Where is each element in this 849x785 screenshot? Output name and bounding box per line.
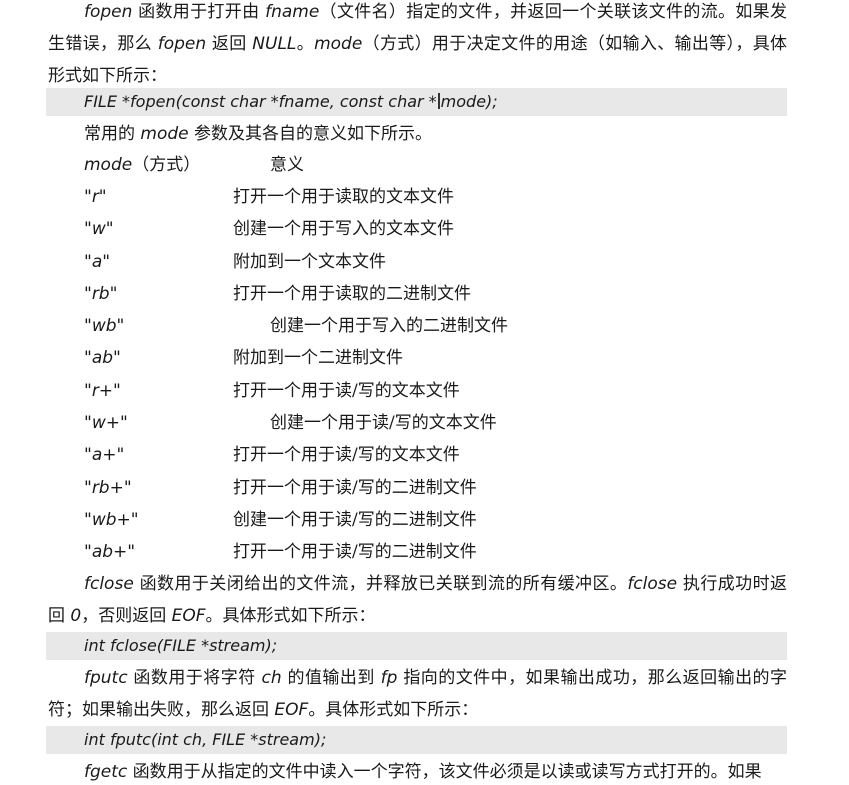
fputc-prototype: int fputc(int ch, FILE *stream); <box>46 726 787 754</box>
fclose-description: fclose 函数用于关闭给出的文件流，并释放已关联到流的所有缓冲区。fclos… <box>48 574 788 626</box>
document-page: fopen 函数用于打开由 fname（文件名）指定的文件，并返回一个关联该文件… <box>0 0 849 785</box>
fp-term: fp <box>380 668 398 688</box>
fclose-prototype: int fclose(FILE *stream); <box>46 632 787 660</box>
mode-code: "wb" <box>84 316 125 336</box>
mode-code: "rb" <box>84 284 118 304</box>
eof-term: EOF <box>274 700 309 720</box>
mode-meaning: 打开一个用于读/写的二进制文件 <box>233 478 477 498</box>
mode-meaning: 创建一个用于写入的文本文件 <box>233 219 454 239</box>
fgetc-term: fgetc <box>84 762 128 782</box>
mode-code: "wb+" <box>84 510 139 530</box>
mode-meaning: 创建一个用于读/写的二进制文件 <box>233 510 477 530</box>
meaning-header-label: 意义 <box>270 155 304 175</box>
mode-meaning: 打开一个用于读取的文本文件 <box>233 187 454 207</box>
mode-meaning: 打开一个用于读/写的文本文件 <box>233 381 460 401</box>
mode-code: "w+" <box>84 413 128 433</box>
mode-code: "ab" <box>84 348 121 368</box>
mode-meaning: 附加到一个二进制文件 <box>233 348 403 368</box>
fopen-term: fopen <box>84 2 133 22</box>
mode-meaning: 打开一个用于读取的二进制文件 <box>233 284 471 304</box>
mode-code: "a" <box>84 252 111 272</box>
mode-code: "r" <box>84 187 107 207</box>
null-term: NULL <box>252 34 297 54</box>
fputc-description: fputc 函数用于将字符 ch 的值输出到 fp 指向的文件中，如果输出成功，… <box>48 668 787 720</box>
fgetc-description: fgetc 函数用于从指定的文件中读入一个字符，该文件必须是以读或读写方式打开的… <box>84 762 762 782</box>
mode-code: "a+" <box>84 445 125 465</box>
mode-meaning: 创建一个用于写入的二进制文件 <box>270 316 508 336</box>
text-cursor <box>437 93 440 109</box>
mode-meaning: 打开一个用于读/写的二进制文件 <box>233 542 477 562</box>
fname-term: fname <box>265 2 320 22</box>
mode-meaning: 打开一个用于读/写的文本文件 <box>233 445 460 465</box>
mode-code: "w" <box>84 219 114 239</box>
mode-term: mode <box>314 34 363 54</box>
mode-code: "ab+" <box>84 542 136 562</box>
mode-code: "rb+" <box>84 478 132 498</box>
mode-term: mode <box>140 124 189 144</box>
fclose-term: fclose <box>627 574 678 594</box>
fopen-term: fopen <box>157 34 207 54</box>
eof-term: EOF <box>171 606 206 626</box>
fopen-prototype: FILE *fopen(const char *fname, const cha… <box>46 88 787 116</box>
ch-term: ch <box>261 668 282 688</box>
mode-meaning: 创建一个用于读/写的文本文件 <box>270 413 497 433</box>
mode-meaning: 附加到一个文本文件 <box>233 252 386 272</box>
fclose-term: fclose <box>84 574 134 594</box>
fputc-term: fputc <box>84 668 128 688</box>
mode-intro: 常用的 mode 参数及其各自的意义如下所示。 <box>84 124 433 144</box>
fopen-description: fopen 函数用于打开由 fname（文件名）指定的文件，并返回一个关联该文件… <box>48 2 788 86</box>
mode-header-label: mode（方式） <box>84 155 201 175</box>
mode-code: "r+" <box>84 381 121 401</box>
